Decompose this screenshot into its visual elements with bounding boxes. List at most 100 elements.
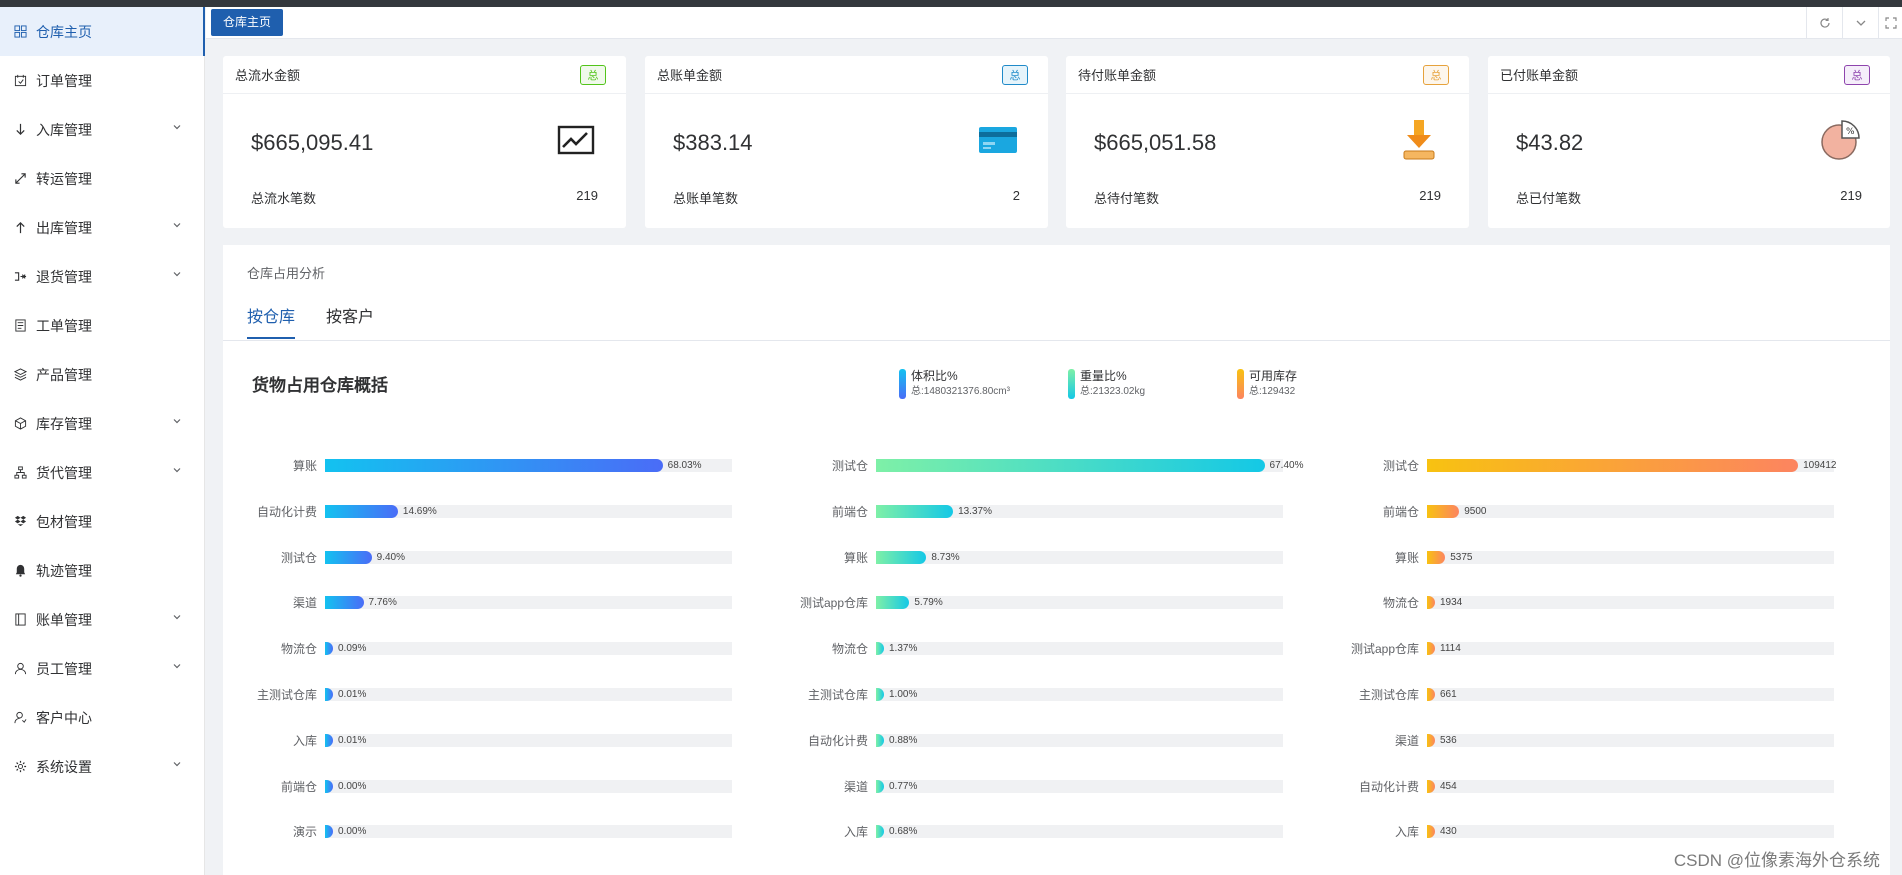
bar-value-label: 536 (1440, 734, 1457, 746)
bar[interactable] (876, 596, 910, 610)
sidebar-item-label: 客户中心 (36, 709, 92, 726)
refresh-button[interactable] (1806, 7, 1842, 39)
card-header: 总流水金额 总 (223, 56, 626, 94)
grid-icon (13, 25, 27, 39)
legend-item: 可用库存 总:129432 (1237, 369, 1297, 399)
sidebar-item-label: 账单管理 (36, 611, 92, 628)
sidebar-item-10[interactable]: 包材管理 (0, 497, 204, 546)
line-chart-icon (554, 118, 598, 162)
return-icon (13, 270, 27, 284)
card-title: 总流水金额 (235, 68, 301, 83)
sidebar-item-label: 员工管理 (36, 660, 92, 677)
bar-category-label: 物流仓 (831, 642, 868, 657)
bar-track (876, 825, 1283, 839)
bar-category-label: 测试仓 (280, 550, 317, 565)
sidebar-item-12[interactable]: 账单管理 (0, 595, 204, 644)
bar-row: 渠道 0.77% (844, 779, 1283, 794)
sidebar-item-6[interactable]: 工单管理 (0, 301, 204, 350)
transfer-icon (13, 172, 27, 186)
sidebar-item-label: 出库管理 (36, 219, 92, 236)
sidebar-item-9[interactable]: 货代管理 (0, 448, 204, 497)
bar-row: 测试仓 109412 (1383, 459, 1836, 473)
bar-value-label: 9500 (1464, 505, 1487, 517)
tabs-bar: 仓库主页 (206, 7, 1902, 39)
bar-value-label: 1934 (1440, 597, 1463, 609)
bar[interactable] (1427, 459, 1799, 472)
bar-value-label: 0.77% (889, 780, 918, 792)
tab-home[interactable]: 仓库主页 (211, 9, 284, 36)
bar-category-label: 前端仓 (831, 504, 868, 519)
sidebar-item-15[interactable]: 系统设置 (0, 742, 204, 791)
bar[interactable] (876, 459, 1265, 472)
document-icon (13, 319, 27, 333)
bar-category-label: 自动化计费 (256, 504, 317, 519)
bar-row: 测试app仓库 1114 (1351, 642, 1834, 656)
sidebar-item-14[interactable]: 客户中心 (0, 693, 204, 742)
bar-track (325, 642, 732, 656)
bar-value-label: 0.09% (338, 643, 367, 655)
bar-row: 算账 68.03% (293, 459, 732, 473)
bar-value-label: 0.00% (338, 780, 367, 792)
dropdown-button[interactable] (1842, 7, 1878, 39)
sidebar-item-label: 工单管理 (36, 317, 92, 334)
section-title: 货物占用仓库概括 (252, 376, 388, 395)
bar-category-label: 主测试仓库 (256, 688, 317, 702)
sidebar-item-1[interactable]: 订单管理 (0, 56, 204, 105)
sidebar-item-label: 转运管理 (36, 170, 92, 187)
chevron-down-icon (173, 223, 181, 228)
bar[interactable] (325, 550, 372, 564)
bar-row: 自动化计费 454 (1359, 779, 1834, 794)
customer-icon (13, 711, 27, 725)
card-header: 已付账单金额 总 (1488, 56, 1890, 94)
bar[interactable] (876, 504, 954, 518)
legend-swatch (899, 369, 906, 399)
tab-by-customer[interactable]: 按客户 (326, 303, 374, 327)
bar-row: 前端仓 0.00% (281, 779, 732, 794)
sidebar-item-0[interactable]: 仓库主页 (0, 7, 205, 56)
sidebar-item-11[interactable]: 轨迹管理 (0, 546, 204, 595)
user-icon (13, 662, 27, 676)
sidebar-item-label: 轨迹管理 (36, 562, 92, 579)
bar[interactable] (1427, 504, 1460, 518)
sidebar-item-5[interactable]: 退货管理 (0, 252, 204, 301)
card-title: 待付账单金额 (1078, 68, 1157, 83)
bar-category-label: 前端仓 (280, 779, 317, 794)
bar-track (325, 733, 732, 747)
sidebar-item-3[interactable]: 转运管理 (0, 154, 204, 203)
top-strip (0, 0, 1902, 7)
bar-value-label: 68.03% (667, 460, 702, 471)
bar-category-label: 物流仓 (1382, 596, 1419, 611)
arrow-up-icon (13, 221, 27, 235)
sidebar-item-8[interactable]: 库存管理 (0, 399, 204, 448)
card-amount: $665,051.58 (1094, 130, 1217, 155)
divider (223, 340, 1890, 341)
bar-track (876, 642, 1283, 656)
legend-label: 体积比% (911, 369, 958, 383)
bar[interactable] (325, 596, 364, 610)
bar[interactable] (325, 504, 398, 518)
sidebar-item-2[interactable]: 入库管理 (0, 105, 204, 154)
bar-value-label: 1.00% (889, 689, 918, 700)
bar-value-label: 1114 (1440, 643, 1461, 655)
sidebar-item-label: 退货管理 (36, 268, 92, 285)
sidebar-item-13[interactable]: 员工管理 (0, 644, 204, 693)
stat-card: 已付账单金额 总 $43.82% 总已付笔数 219 (1488, 56, 1890, 228)
bar-category-label: 演示 (292, 825, 317, 840)
sidebar-item-4[interactable]: 出库管理 (0, 203, 204, 252)
sidebar-item-label: 包材管理 (36, 513, 92, 530)
card-amount: $665,095.41 (251, 130, 374, 155)
bar-value-label: 5375 (1450, 551, 1473, 563)
bar-category-label: 物流仓 (280, 642, 317, 657)
tab-by-warehouse[interactable]: 按仓库 (247, 303, 295, 327)
sidebar: 仓库主页订单管理入库管理转运管理出库管理退货管理工单管理产品管理 库存管理 货代管理… (0, 7, 205, 875)
bar[interactable] (876, 550, 927, 564)
bar[interactable] (325, 459, 663, 472)
bar-row: 前端仓 13.37% (832, 504, 1283, 519)
bar[interactable] (1427, 550, 1446, 564)
fullscreen-button[interactable] (1878, 7, 1902, 39)
sidebar-item-label: 订单管理 (36, 72, 92, 89)
sidebar-item-7[interactable]: 产品管理 (0, 350, 204, 399)
bar-row: 物流仓 1.37% (832, 642, 1283, 656)
bar-row: 入库 0.01% (293, 733, 732, 748)
chevron-down-icon (173, 125, 181, 130)
